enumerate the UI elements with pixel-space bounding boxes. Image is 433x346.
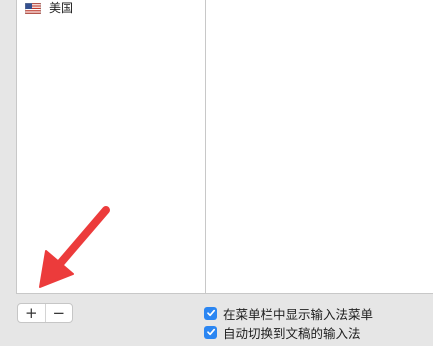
us-flag-icon [25, 2, 41, 14]
list-item-label: 美国 [49, 1, 74, 15]
checkmark-icon [206, 309, 215, 317]
detail-pane [205, 0, 433, 294]
list-item-us[interactable]: 美国 [25, 0, 73, 16]
remove-button[interactable]: − [44, 304, 73, 322]
auto-switch-option[interactable]: 自动切换到文稿的输入法 [204, 323, 361, 341]
checkmark-icon [206, 328, 215, 336]
show-in-menu-bar-label: 在菜单栏中显示输入法菜单 [223, 306, 374, 322]
auto-switch-label: 自动切换到文稿的输入法 [223, 325, 361, 341]
input-source-list[interactable]: 美国 [16, 0, 206, 294]
show-in-menu-bar-option[interactable]: 在菜单栏中显示输入法菜单 [204, 304, 373, 322]
add-remove-control: + − [17, 303, 73, 323]
auto-switch-checkbox[interactable] [204, 325, 217, 339]
show-in-menu-bar-checkbox[interactable] [204, 306, 217, 320]
add-button[interactable]: + [18, 304, 45, 322]
